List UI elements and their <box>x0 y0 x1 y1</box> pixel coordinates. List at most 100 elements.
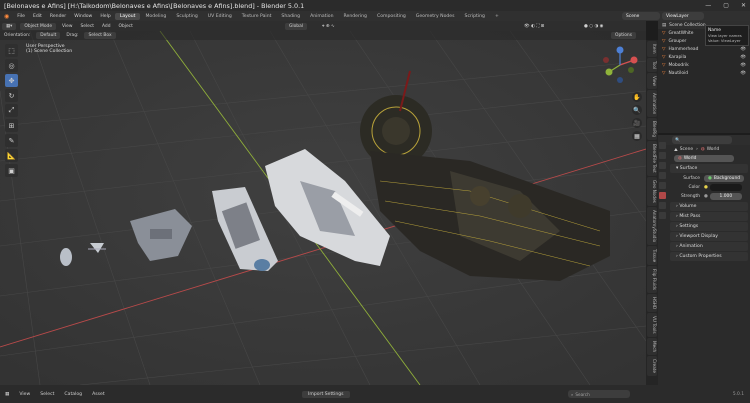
editor-type-icon[interactable]: ▦ <box>0 392 14 397</box>
visibility-icon[interactable]: 👁 <box>740 55 746 60</box>
view-layer-props-icon[interactable] <box>659 172 666 179</box>
visibility-icon[interactable]: 👁 <box>740 63 746 68</box>
navigation-gizmo[interactable] <box>600 45 640 85</box>
strength-field[interactable]: 1.000 <box>709 193 742 200</box>
tab-rendering[interactable]: Rendering <box>339 13 372 20</box>
menu-add[interactable]: Add <box>98 23 115 30</box>
side-tab-blendfile-text[interactable]: BlendFile Text <box>647 140 657 176</box>
collection-props-icon[interactable] <box>659 202 666 209</box>
snap-icon[interactable]: ⌖ ⊕ ∿ <box>318 22 339 30</box>
custom-properties-panel-header[interactable]: › Custom Properties <box>670 252 748 261</box>
side-tab-create[interactable]: Create <box>647 355 657 376</box>
visibility-icon[interactable]: 👁 <box>740 71 746 76</box>
world-datablock-field[interactable]: ◍ World <box>674 155 734 162</box>
add-cube-tool-icon[interactable]: ▣ <box>5 164 18 177</box>
tab-shading[interactable]: Shading <box>276 13 305 20</box>
menu-asset[interactable]: Asset <box>87 392 110 397</box>
side-tab-blenrig[interactable]: BlenRig <box>647 117 657 140</box>
menu-window[interactable]: Window <box>70 14 96 19</box>
scale-tool-icon[interactable]: ⤢ <box>5 104 18 117</box>
side-tab-vu-tools[interactable]: VU Tools <box>647 313 657 337</box>
menu-select-bottom[interactable]: Select <box>35 392 59 397</box>
animation-panel-header[interactable]: › Animation <box>670 242 748 251</box>
mist-pass-panel-header[interactable]: › Mist Pass <box>670 212 748 221</box>
view-layer-selector[interactable]: ViewLayer <box>662 12 704 20</box>
volume-panel-header[interactable]: › Volume <box>670 202 748 211</box>
minimize-button[interactable]: — <box>705 2 711 9</box>
viewport-display-panel-header[interactable]: › Viewport Display <box>670 232 748 241</box>
outliner-item[interactable]: ▽ Karapila 👁 <box>658 53 750 61</box>
select-box-tool-icon[interactable]: ⬚ <box>5 44 18 57</box>
side-tab-anatomy[interactable]: AnatomyStudio <box>647 206 657 245</box>
menu-help[interactable]: Help <box>96 14 114 19</box>
tab-layout[interactable]: Layout <box>114 12 141 20</box>
cursor-tool-icon[interactable]: ◎ <box>5 59 18 72</box>
menu-view[interactable]: View <box>58 23 76 30</box>
measure-tool-icon[interactable]: 📐 <box>5 149 18 162</box>
drag-selector[interactable]: Select Box <box>84 32 116 39</box>
camera-view-icon[interactable]: 🎥 <box>632 118 642 128</box>
side-tab-tissue[interactable]: Tissue <box>647 245 657 265</box>
color-swatch[interactable] <box>709 184 742 191</box>
overlay-icons[interactable]: 👁 ◐ ⛶ ⊞ <box>520 22 548 30</box>
texture-props-icon[interactable] <box>659 212 666 219</box>
tab-modeling[interactable]: Modeling <box>140 13 171 20</box>
menu-file[interactable]: File <box>13 14 29 19</box>
side-tab-geo-nodes[interactable]: Geo Nodes <box>647 176 657 206</box>
properties-search[interactable]: 🔍 <box>672 136 732 144</box>
side-tab-item[interactable]: Item <box>647 41 657 57</box>
scene-selector[interactable]: Scene <box>622 12 660 20</box>
side-tab-hshd[interactable]: HSHD <box>647 293 657 313</box>
side-tab-flip-fluids[interactable]: Flip Fluids <box>647 265 657 293</box>
transform-orientation-selector[interactable]: Global <box>285 22 308 30</box>
shading-mode-icons[interactable]: ● ○ ◑ ◉ <box>580 23 608 30</box>
side-tab-view[interactable]: View <box>647 72 657 89</box>
pan-view-icon[interactable]: ✋ <box>632 92 642 102</box>
tab-animation[interactable]: Animation <box>305 13 338 20</box>
menu-catalog[interactable]: Catalog <box>59 392 87 397</box>
menu-render[interactable]: Render <box>46 14 70 19</box>
tab-texture-paint[interactable]: Texture Paint <box>237 13 277 20</box>
output-props-icon[interactable] <box>659 162 666 169</box>
blender-logo-icon[interactable]: ◉ <box>0 13 13 20</box>
mode-selector[interactable]: Object Mode <box>20 22 57 30</box>
outliner-item[interactable]: ▽ Mobodrik 👁 <box>658 61 750 69</box>
tab-compositing[interactable]: Compositing <box>372 13 411 20</box>
tool-props-icon[interactable] <box>659 142 666 149</box>
move-tool-icon[interactable]: ✥ <box>5 74 18 87</box>
add-workspace-button[interactable]: + <box>490 13 504 20</box>
tab-scripting[interactable]: Scripting <box>460 13 490 20</box>
rotate-tool-icon[interactable]: ↻ <box>5 89 18 102</box>
menu-select[interactable]: Select <box>76 23 98 30</box>
scene-props-icon[interactable] <box>659 182 666 189</box>
editor-type-button[interactable]: ▦▾ <box>2 22 17 30</box>
tab-uv-editing[interactable]: UV Editing <box>203 13 237 20</box>
visibility-icon[interactable]: 👁 <box>740 47 746 52</box>
asset-search-input[interactable]: ⌕ Search <box>568 390 630 398</box>
settings-panel-header[interactable]: › Settings <box>670 222 748 231</box>
tab-sculpting[interactable]: Sculpting <box>171 13 202 20</box>
side-tab-animation[interactable]: Animation <box>647 89 657 117</box>
tab-geometry-nodes[interactable]: Geometry Nodes <box>411 13 460 20</box>
render-props-icon[interactable] <box>659 152 666 159</box>
transform-tool-icon[interactable]: ⊞ <box>5 119 18 132</box>
menu-object[interactable]: Object <box>115 23 137 30</box>
side-tab-mech[interactable]: Mech <box>647 337 657 355</box>
side-tab-tool[interactable]: Tool <box>647 57 657 72</box>
outliner-item[interactable]: ▽ Hammerhead 👁 <box>658 45 750 53</box>
options-button[interactable]: Options <box>611 32 636 39</box>
menu-view-bottom[interactable]: View <box>14 392 35 397</box>
zoom-view-icon[interactable]: 🔍 <box>632 105 642 115</box>
ortho-toggle-icon[interactable]: ▦ <box>632 131 642 141</box>
maximize-button[interactable]: ▢ <box>723 2 729 9</box>
world-props-icon[interactable] <box>659 192 666 199</box>
surface-selector[interactable]: ● Background <box>704 175 744 182</box>
close-button[interactable]: ✕ <box>741 2 746 9</box>
orientation-selector[interactable]: Default <box>36 32 61 39</box>
import-settings-button[interactable]: Import Settings <box>302 390 350 398</box>
menu-edit[interactable]: Edit <box>29 14 46 19</box>
annotate-tool-icon[interactable]: ✎ <box>5 134 18 147</box>
surface-panel-header[interactable]: ▾ Surface <box>670 164 748 173</box>
3d-viewport[interactable] <box>0 31 646 385</box>
outliner-item[interactable]: ▽ Nautiloid 👁 <box>658 69 750 77</box>
